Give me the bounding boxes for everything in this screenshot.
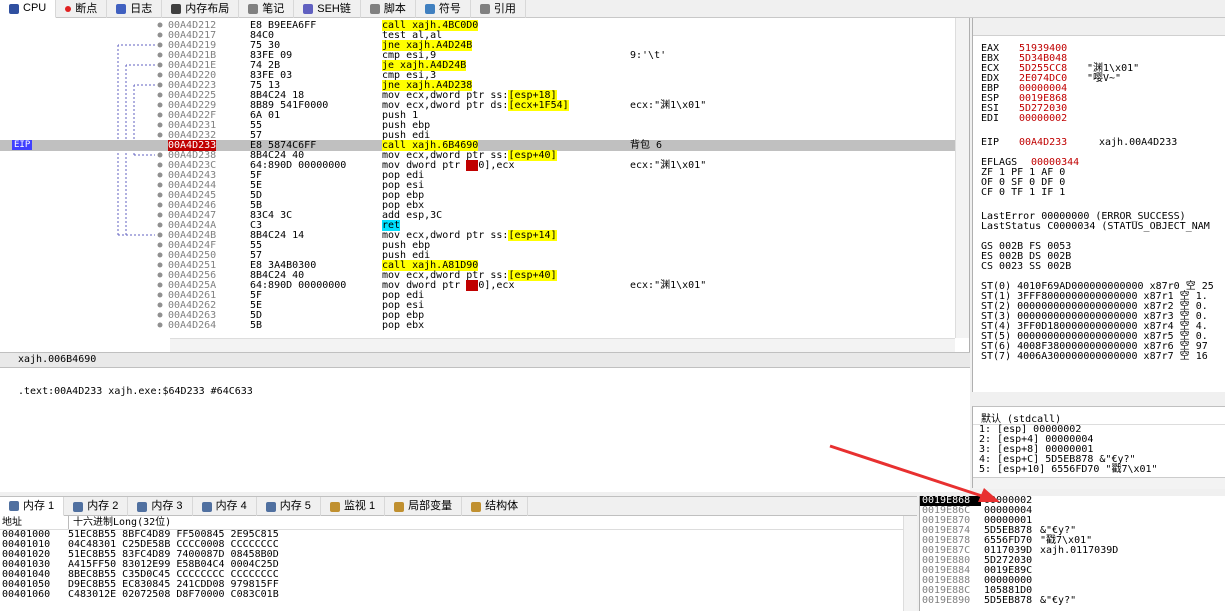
memory-icon <box>201 501 212 512</box>
seh-chain-icon <box>303 4 314 14</box>
references-icon <box>479 4 490 14</box>
tab-label: 符号 <box>438 2 461 15</box>
register-name: EIP <box>981 137 1000 148</box>
register-value[interactable]: 00A4D233 <box>1019 138 1067 148</box>
stack-value: 5D5EB878 <box>984 595 1033 606</box>
dump-header: 地址 十六进制Long(32位) <box>0 516 917 530</box>
dump-tab-0[interactable]: 内存 1 <box>0 497 65 516</box>
tab-4[interactable]: 笔记 <box>239 0 295 18</box>
tab-label: CPU <box>23 2 47 14</box>
memory-icon <box>9 501 19 511</box>
stack-comment: xajh.0117039D <box>1040 545 1119 556</box>
breakpoint-dot-icon <box>65 6 72 12</box>
symbols-icon <box>424 4 435 14</box>
stack-address: 0019E890 <box>922 595 971 606</box>
disasm-bytes: 5B <box>250 320 263 331</box>
calling-convention-selector[interactable]: 默认 (stdcall) <box>973 407 1225 425</box>
disasm-row[interactable]: 00A4D264 5B pop ebx <box>0 320 955 331</box>
cpu-icon <box>9 3 19 14</box>
tab-8[interactable]: 引用 <box>471 0 526 18</box>
dump-tab-label: 内存 5 <box>279 500 311 512</box>
tab-label: 断点 <box>75 2 98 15</box>
flags-row[interactable]: CF 0 TF 1 IF 1 <box>981 188 1065 198</box>
disassembly-panel[interactable]: 00A4D212 E8 B9EEA6FF call xajh.4BC0D0 00A4D… <box>0 18 970 352</box>
dump-vertical-scrollbar[interactable] <box>903 516 917 611</box>
last-status: LastStatus C0000034 (STATUS_OBJECT_NAM <box>981 221 1210 232</box>
fpu-register-row[interactable]: ST(7) 4006A300000000000000 x87r7 空 16 <box>981 352 1208 362</box>
dump-tab-bar: 内存 1 内存 2 内存 3 内存 4 内存 5 监视 1 局部变量 结构体 <box>0 496 917 516</box>
info-line-address: .text:00A4D233 xajh.exe:$64D233 #64C633 <box>0 368 970 492</box>
watch-icon <box>329 501 340 512</box>
dump-tab-label: 监视 1 <box>343 500 376 512</box>
tab-5[interactable]: SEH链 <box>294 0 361 18</box>
memory-map-icon <box>171 4 182 14</box>
call-argument[interactable]: 5: [esp+10] 6556FD70 "戳7\x01" <box>973 465 1225 475</box>
tab-7[interactable]: 符号 <box>416 0 471 18</box>
disasm-horizontal-scrollbar[interactable] <box>170 338 955 352</box>
dump-row[interactable]: 00401060 C483012E 02072508 D8F70000 C083C… <box>0 590 917 600</box>
tab-label: 脚本 <box>383 2 406 15</box>
tab-1[interactable]: 断点 <box>56 0 108 18</box>
eip-marker: EIP <box>12 140 33 150</box>
disasm-address: 00A4D264 <box>168 320 217 331</box>
dump-hex: C483012E 02072508 D8F70000 C083C01B <box>68 589 279 600</box>
register-comment: "嘤V~" <box>1087 73 1122 84</box>
tab-3[interactable]: 内存布局 <box>162 0 240 18</box>
dump-tab-label: 结构体 <box>485 500 519 512</box>
locals-icon <box>394 501 405 512</box>
dump-tab-4[interactable]: 内存 5 <box>257 497 321 516</box>
main-tab-bar: CPU 断点 日志 内存布局 笔记 SEH链 脚本 符号 引用 <box>0 0 1225 18</box>
tab-6[interactable]: 脚本 <box>361 0 416 18</box>
dump-address: 00401060 <box>2 589 51 600</box>
dump-tab-label: 内存 2 <box>87 500 119 512</box>
info-line-target: xajh.006B4690 <box>0 352 970 368</box>
registers-panel[interactable]: EAX 51939400 EBX 5D34B048 ECX 5D255CC8 "渊1\x01… <box>972 18 1225 392</box>
memory-icon <box>137 501 148 512</box>
disasm-instruction: pop ebx <box>382 320 425 331</box>
dump-tab-7[interactable]: 结构体 <box>462 497 529 516</box>
register-name: EDI <box>981 113 1000 124</box>
notes-icon <box>248 4 259 14</box>
disasm-vertical-scrollbar[interactable] <box>955 18 969 338</box>
dump-tab-2[interactable]: 内存 3 <box>128 497 193 516</box>
stack-comment: &"€y?" <box>1040 595 1077 606</box>
struct-icon <box>471 501 482 512</box>
tab-label: 笔记 <box>262 2 285 15</box>
dump-tab-label: 局部变量 <box>408 500 453 512</box>
memory-icon <box>73 501 84 512</box>
tab-0[interactable]: CPU <box>0 0 57 18</box>
registers-header <box>973 18 1225 36</box>
log-icon <box>116 4 127 14</box>
dump-tab-label: 内存 4 <box>215 500 247 512</box>
tab-label: 引用 <box>493 2 516 15</box>
dump-tab-label: 内存 1 <box>23 499 55 512</box>
call-arguments-panel[interactable]: 默认 (stdcall) 1: [esp] 00000002 2: [esp+4]… <box>972 406 1225 489</box>
dump-address-column-header: 地址 <box>2 517 22 528</box>
dump-tab-5[interactable]: 监视 1 <box>321 497 386 516</box>
dump-tab-1[interactable]: 内存 2 <box>64 497 129 516</box>
stack-panel[interactable]: 0019E868 00000002 0019E86C 00000004 0019E870… <box>919 496 1225 611</box>
tab-label: 日志 <box>130 2 153 15</box>
memory-dump-panel[interactable]: 地址 十六进制Long(32位) 00401000 51EC8B55 8BFC4D… <box>0 516 917 611</box>
stack-row[interactable]: 0019E890 5D5EB878 &"€y?" <box>920 596 1225 606</box>
register-value[interactable]: 00000002 <box>1019 114 1067 124</box>
dump-tab-label: 内存 3 <box>151 500 183 512</box>
dump-tab-6[interactable]: 局部变量 <box>385 497 463 516</box>
dump-hex-column-header: 十六进制Long(32位) <box>68 516 171 529</box>
tab-label: 内存布局 <box>185 2 230 15</box>
segment-row[interactable]: CS 0023 SS 002B <box>981 262 1071 272</box>
arguments-horizontal-scrollbar[interactable] <box>973 477 1225 489</box>
memory-icon <box>265 501 276 512</box>
tab-2[interactable]: 日志 <box>107 0 163 18</box>
dump-tab-3[interactable]: 内存 4 <box>193 497 257 516</box>
script-icon <box>369 4 380 14</box>
tab-label: SEH链 <box>317 2 351 15</box>
register-comment: xajh.00A4D233 <box>1099 137 1178 148</box>
